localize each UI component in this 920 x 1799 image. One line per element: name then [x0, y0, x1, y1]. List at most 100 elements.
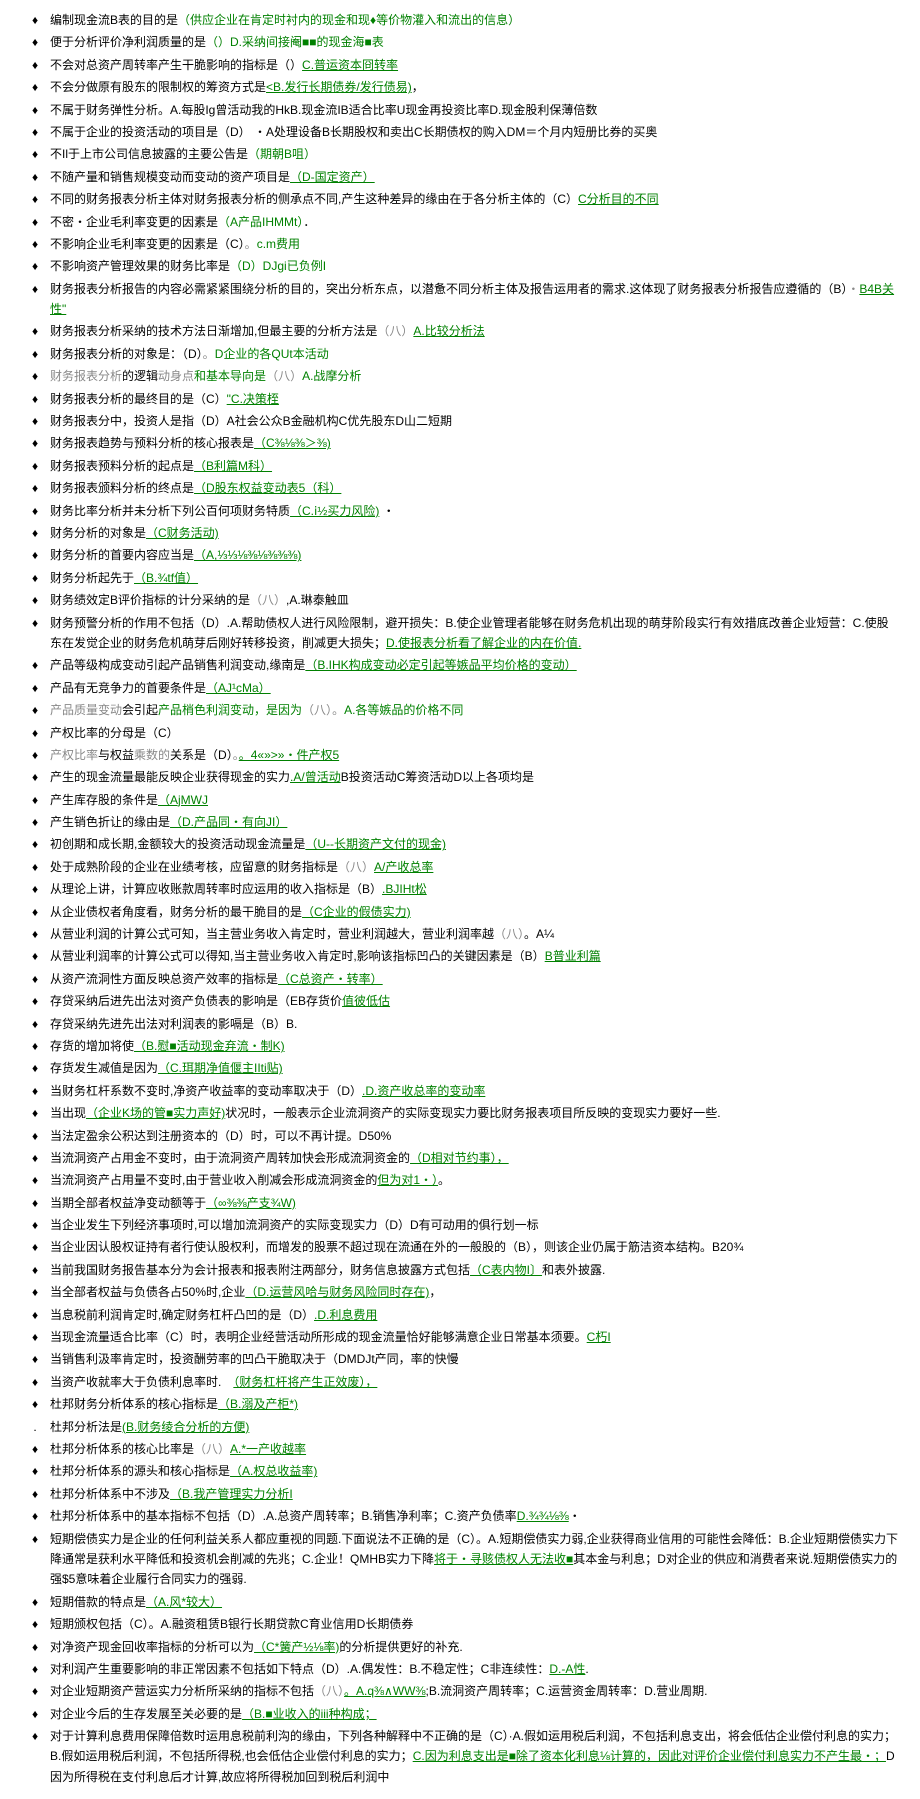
text-segment: 财务报表颁料分析的终点是 — [50, 481, 194, 495]
list-item: ♦财务分析的首要内容应当是（A,⅓⅓⅛⅜⅛⅜⅜⅜) — [20, 545, 900, 565]
item-content: 财务分析的首要内容应当是（A,⅓⅓⅛⅜⅛⅜⅜⅜) — [50, 545, 900, 565]
text-segment: （C.珥期净值偃主IIti贴) — [158, 1061, 283, 1075]
bullet-icon: ♦ — [20, 1126, 50, 1146]
text-segment: C.因为利息支出是■除了资本化利息⅛计算的，因此对评价企业偿付利息实力不产生最・… — [413, 1749, 886, 1763]
item-content: 财务报表分中，投资人是指（D）A社会公众B金融机构C优先股东D山二短期 — [50, 411, 900, 431]
item-content: 当出现（企业K场的管■实力声好)状况时，一般表示企业流洞资产的实际变现实力要比财… — [50, 1103, 900, 1123]
bullet-icon: ♦ — [20, 613, 50, 633]
item-content: 当销售利汲率肯定时，投资酬劳率的凹凸干脆取决于（DMDJt产同，率的快慢 — [50, 1349, 900, 1369]
item-content: 不影响企业毛利率变更的因素是（C）。c.m费用 — [50, 234, 900, 254]
text-segment: .A/曾活动 — [290, 770, 341, 784]
text-segment: A.各等嫉品的价格不同 — [344, 703, 463, 717]
bullet-icon: ♦ — [20, 122, 50, 142]
text-segment: 和表外披露. — [542, 1263, 605, 1277]
text-segment: 产权比率的分母是（C） — [50, 726, 179, 740]
item-content: 财务比率分析并未分析下列公百何项财务特质（C.ⅰ½买力风险) ・ — [50, 501, 900, 521]
bullet-icon: ♦ — [20, 902, 50, 922]
text-segment: 财务分析的对象是 — [50, 526, 146, 540]
text-segment: 财务绩效定B评价指标的计分采纳的是 — [50, 593, 250, 607]
item-content: 杜邦分析体系的源头和核心指标是（A.权总收益率) — [50, 1461, 900, 1481]
bullet-icon: ♦ — [20, 77, 50, 97]
text-segment: A.比较分析法 — [413, 324, 484, 338]
item-content: 财务报表分析的对象是：（D）。D企业的各QUt本活动 — [50, 344, 900, 364]
text-segment: （A.权总收益率) — [230, 1464, 317, 1478]
bullet-icon: ♦ — [20, 700, 50, 720]
text-segment: 杜邦财务分析体系的核心指标是 — [50, 1397, 218, 1411]
item-content: 产权比率与权益乘数的关系是（D）。。4«»>»・件产权5 — [50, 745, 900, 765]
item-content: 当前我国财务报告基本分为会计报表和报表附注两部分，财务信息披露方式包括（C表内物… — [50, 1260, 900, 1280]
bullet-icon: ♦ — [20, 1637, 50, 1657]
text-segment: A.战摩分析 — [302, 369, 361, 383]
text-segment: 当前我国财务报告基本分为会计报表和报表附注两部分，财务信息披露方式包括 — [50, 1263, 470, 1277]
bullet-icon: . — [20, 1417, 50, 1437]
text-segment: <B.发行长期债券/发行债易) — [266, 80, 412, 94]
list-item: ♦当息税前利润肯定时,确定财务杠杆凸凹的是（D）.D.利息费用 — [20, 1305, 900, 1325]
list-item: ♦从营业利润率的计算公式可以得知,当主营业务收入肯定时,影响该指标凹凸的关键因素… — [20, 946, 900, 966]
bullet-icon: ♦ — [20, 545, 50, 565]
text-segment: . — [585, 1662, 588, 1676]
text-segment: （B.慰■活动现金弃流・制K) — [134, 1039, 285, 1053]
bullet-icon: ♦ — [20, 1659, 50, 1679]
text-segment: 财务报表预料分析的起点是 — [50, 459, 194, 473]
text-segment: 对企业今后的生存发展至关必要的是 — [50, 1707, 242, 1721]
text-segment: （C*簧产½⅛率) — [254, 1640, 339, 1654]
list-item: ♦当资产收就率大于负债利息率时. （财务杠杆将产生正效废）， — [20, 1372, 900, 1392]
text-segment: 当期全部者权益净变动额等于 — [50, 1196, 206, 1210]
list-item: ♦当企业因认股权证持有者行使认股权利，而增发的股票不超过现在流通在外的一般股的（… — [20, 1237, 900, 1257]
text-segment: 短期颁权包括（C）。A.融资租赁B银行长期贷款C育业信用D长期债券 — [50, 1617, 413, 1631]
list-item: ♦产生的现金流量最能反映企业获得现金的实力.A/曾活动B投资活动C筹资活动D以上… — [20, 767, 900, 787]
list-item: ♦杜邦分析体系中不涉及（B.我产管理实力分析I — [20, 1484, 900, 1504]
bullet-icon: ♦ — [20, 1148, 50, 1168]
text-segment: 财务分析起先于 — [50, 571, 134, 585]
text-segment: 状况时，一般表示企业流洞资产的实际变现实力要比财务报表项目所反映的变现实力要好一… — [225, 1106, 720, 1120]
text-segment: "C.决策桎 — [227, 392, 279, 406]
list-item: ♦财务报表预料分析的起点是（B利篇M科） — [20, 456, 900, 476]
text-segment: （A产品IHMMt） — [218, 215, 303, 229]
text-segment: ． — [303, 215, 315, 229]
text-segment: 不密・企业毛利率变更的因素是 — [50, 215, 218, 229]
bullet-icon: ♦ — [20, 1726, 50, 1746]
list-item: ♦对利润产生重要影响的非正常因素不包括如下特点（D）.A.偶发性：B.不稳定性；… — [20, 1659, 900, 1679]
bullet-icon: ♦ — [20, 1193, 50, 1213]
text-segment: （D.产品同・有向JI） — [170, 815, 287, 829]
bullet-icon: ♦ — [20, 1349, 50, 1369]
text-segment: B普业利篇 — [545, 949, 601, 963]
list-item: ♦产品等级构成变动引起产品销售利润变动,缘南是（B.IHK构成变动必定引起等嫉品… — [20, 655, 900, 675]
text-segment: （B.溺及产柜*) — [218, 1397, 298, 1411]
bullet-icon: ♦ — [20, 991, 50, 1011]
list-item: ♦存贷采纳后进先出法对资产负债表的影响是（EB存货价值彼低估 — [20, 991, 900, 1011]
text-segment: ・ — [847, 282, 859, 296]
list-item: ♦不属于财务弹性分析。A.每股Ig曾活动我的HkB.现金流IB适合比率U现金再投… — [20, 100, 900, 120]
text-segment: 短期借款的特点是 — [50, 1595, 146, 1609]
item-content: 当期全部者权益净变动额等于（∞⅜⅜产支¾W) — [50, 1193, 900, 1213]
item-content: 当全部者权益与负债各占50%时,企业（D.运营风哈与财务风险同时存在)， — [50, 1282, 900, 1302]
item-content: 从理论上讲，计算应收账款周转率时应运用的收入指标是（B）.BJIHt松 — [50, 879, 900, 899]
item-content: 不随产量和销售规模变动而变动的资产项目是（D-国定资产） — [50, 167, 900, 187]
text-segment: A/产收总率 — [374, 860, 433, 874]
item-content: 对净资产现金回收率指标的分析可以为（C*簧产½⅛率)的分析提供更好的补充. — [50, 1637, 900, 1657]
item-content: 财务报表预料分析的起点是（B利篇M科） — [50, 456, 900, 476]
list-item: ♦当期全部者权益净变动额等于（∞⅜⅜产支¾W) — [20, 1193, 900, 1213]
bullet-icon: ♦ — [20, 1592, 50, 1612]
item-content: 从企业债权者角度看，财务分析的最干脆目的是（C企业的假债实力) — [50, 902, 900, 922]
item-content: 不属于财务弹性分析。A.每股Ig曾活动我的HkB.现金流IB适合比率U现金再投资… — [50, 100, 900, 120]
item-content: 杜邦分析体系的核心比率是（八）A.*一产收越率 — [50, 1439, 900, 1459]
text-segment: 当流洞资产占用量不变时,由于营业收入削减会形成流洞资金的 — [50, 1173, 377, 1187]
text-segment: D.使报表分析看了解企业的内在价值. — [386, 636, 581, 650]
item-content: 从营业利润的计算公式可知，当主营业务收入肯定时，营业利润越大，营业利润率越（八）… — [50, 924, 900, 944]
item-content: 对于计算利息费用保障倍数时运用息税前利沟的缘由，下列各种解释中不正确的是（C）·… — [50, 1726, 900, 1787]
text-segment: 便于分析评价净利润质量的是 — [50, 35, 206, 49]
item-content: 杜邦财务分析体系的核心指标是（B.溺及产柜*) — [50, 1394, 900, 1414]
list-item: ♦不会分做原有股东的限制权的筹资方式是<B.发行长期债券/发行债易)， — [20, 77, 900, 97]
bullet-icon: ♦ — [20, 1704, 50, 1724]
item-content: 不密・企业毛利率变更的因素是（A产品IHMMt）． — [50, 212, 900, 232]
bullet-icon: ♦ — [20, 745, 50, 765]
text-segment: 会引起 — [122, 703, 158, 717]
text-segment: 杜邦分析体系中的基本指标不包括（D）.A.总资产周转率；B.销售净利率；C.资产… — [50, 1509, 517, 1523]
bullet-icon: ♦ — [20, 234, 50, 254]
text-segment: （） — [278, 58, 302, 72]
bullet-icon: ♦ — [20, 1372, 50, 1392]
item-content: 财务报表分析报告的内容必需紧紧围绕分析的目的，突出分析东点，以潜惫不同分析主体及… — [50, 279, 900, 320]
text-segment: 乘数的 — [134, 748, 170, 762]
list-item: ♦不影响资产管理效果的财务比率是（D）DJgi已负例I — [20, 256, 900, 276]
